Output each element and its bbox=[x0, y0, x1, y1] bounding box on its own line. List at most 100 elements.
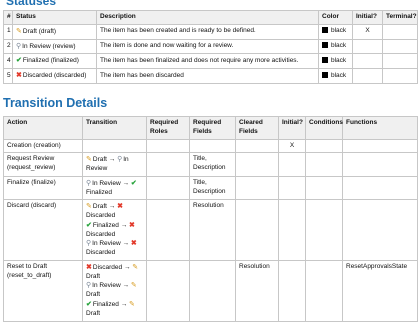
transition-table: Action Transition Required Roles Required F… bbox=[3, 116, 418, 322]
to-status: Draft bbox=[86, 291, 101, 299]
cross-icon: ✖ bbox=[129, 221, 135, 229]
transition-conditions bbox=[305, 175, 343, 201]
transition-initial bbox=[278, 175, 306, 201]
status-initial: X bbox=[352, 23, 383, 40]
to-status: Draft bbox=[86, 309, 101, 317]
transition-table-header: Action Transition Required Roles Required F… bbox=[3, 116, 418, 140]
status-initial bbox=[352, 53, 383, 70]
in-review-icon: ⚲ bbox=[16, 42, 22, 50]
arrow: → bbox=[118, 221, 130, 229]
required-roles bbox=[146, 138, 190, 154]
status-col-header: Description bbox=[96, 10, 319, 25]
status-terminal bbox=[382, 68, 418, 84]
transition-line: ✎Draft → ⚲In Review bbox=[86, 155, 143, 174]
transition-conditions bbox=[305, 138, 343, 154]
pencil-icon: ✎ bbox=[132, 263, 139, 271]
required-fields bbox=[189, 138, 236, 154]
transition-row: Discard (discard) ✎Draft → ✖Discarded ✔Fin… bbox=[3, 199, 418, 261]
in-review-icon: ⚲ bbox=[86, 282, 92, 290]
in-review-icon: ⚲ bbox=[86, 240, 92, 248]
status-name: ✔Finalized (finalized) bbox=[12, 53, 97, 70]
to-status: Discarded bbox=[86, 249, 116, 257]
status-table-header: # Status Description Color Initial? Terminal? bbox=[3, 10, 418, 25]
to-status: Finalized bbox=[86, 188, 113, 196]
required-fields: Title, Description bbox=[189, 152, 236, 177]
transition-paths: ✎Draft → ⚲In Review bbox=[82, 152, 147, 177]
color-name: black bbox=[331, 27, 347, 35]
status-description: The item has been finalized and does not… bbox=[96, 53, 319, 70]
status-initial bbox=[352, 68, 383, 84]
color-name: black bbox=[331, 56, 347, 64]
arrow: → bbox=[118, 301, 130, 309]
transition-col-header: Transition bbox=[82, 116, 147, 140]
transition-line: ✎Draft → ✖Discarded bbox=[86, 202, 143, 221]
to-status: Discarded bbox=[86, 230, 116, 238]
transition-paths bbox=[82, 138, 147, 154]
transition-action: Reset to Draft (reset_to_draft) bbox=[3, 259, 83, 322]
transition-line: ✔Finalized → ✖ Discarded bbox=[86, 221, 143, 240]
transition-row: Creation (creation) X bbox=[3, 138, 418, 154]
transition-col-header: Functions bbox=[342, 116, 418, 140]
pencil-icon: ✎ bbox=[86, 203, 92, 211]
status-number: 5 bbox=[3, 68, 13, 84]
pencil-icon: ✎ bbox=[129, 301, 135, 309]
status-description: The item has been created and is ready t… bbox=[96, 23, 319, 40]
transition-initial bbox=[278, 152, 306, 177]
transition-paths: ✖Discarded → ✎Draft ⚲In Review → ✎Draft ✔F… bbox=[82, 259, 147, 322]
check-icon: ✔ bbox=[130, 179, 137, 187]
in-review-icon: ⚲ bbox=[117, 156, 123, 164]
transition-functions bbox=[342, 152, 418, 177]
status-label: In Review (review) bbox=[22, 42, 76, 50]
arrow: → bbox=[120, 282, 131, 290]
transition-initial: X bbox=[278, 138, 306, 154]
transition-row: Reset to Draft (reset_to_draft) ✖Discarde… bbox=[3, 259, 418, 322]
transition-col-header: Required Fields bbox=[189, 116, 236, 140]
status-color: black bbox=[318, 23, 353, 40]
color-swatch bbox=[322, 71, 328, 78]
transition-action: Finalize (finalize) bbox=[3, 175, 83, 201]
status-label: Discarded (discarded) bbox=[22, 72, 87, 80]
from-status: In Review bbox=[92, 179, 121, 187]
from-status: In Review bbox=[92, 282, 121, 290]
status-label: Finalized (finalized) bbox=[22, 57, 79, 65]
color-swatch bbox=[322, 27, 328, 34]
to-status: Draft bbox=[86, 272, 101, 280]
status-row: 2 ⚲In Review (review) The item is done and… bbox=[3, 38, 418, 55]
statuses-heading: Statuses bbox=[6, 0, 57, 8]
cleared-fields bbox=[235, 175, 279, 201]
transition-paths: ✎Draft → ✖Discarded ✔Finalized → ✖Discard… bbox=[82, 199, 147, 261]
cleared-fields bbox=[235, 152, 279, 177]
transition-col-header: Action bbox=[3, 116, 83, 140]
pencil-icon: ✎ bbox=[86, 156, 92, 164]
status-name: ✎Draft (draft) bbox=[12, 23, 97, 40]
transition-initial bbox=[278, 259, 306, 322]
transition-details-heading: Transition Details bbox=[3, 96, 108, 110]
cross-icon: ✖ bbox=[117, 203, 123, 211]
status-number: 1 bbox=[3, 23, 13, 40]
cross-icon: ✖ bbox=[130, 240, 137, 248]
transition-action: Request Review (request_review) bbox=[3, 152, 83, 177]
cross-icon: ✖ bbox=[86, 263, 92, 271]
color-name: black bbox=[331, 71, 347, 79]
transition-functions: ResetApprovalsState bbox=[342, 259, 418, 322]
cleared-fields bbox=[235, 199, 279, 261]
transition-row: Finalize (finalize) ⚲In Review → ✔ Finaliz… bbox=[3, 175, 418, 201]
arrow: → bbox=[106, 203, 118, 211]
transition-initial bbox=[278, 199, 306, 261]
transition-conditions bbox=[305, 152, 343, 177]
status-terminal bbox=[382, 53, 418, 70]
status-col-header: Color bbox=[318, 10, 353, 25]
status-name: ⚲In Review (review) bbox=[12, 38, 97, 55]
required-roles bbox=[146, 175, 190, 201]
status-color: black bbox=[318, 38, 353, 55]
status-table: # Status Description Color Initial? Terminal?… bbox=[3, 10, 418, 84]
in-review-icon: ⚲ bbox=[86, 179, 92, 187]
status-row: 5 ✖Discarded (discarded) The item has been… bbox=[3, 68, 418, 84]
status-terminal bbox=[382, 23, 418, 40]
transition-col-header: Required Roles bbox=[146, 116, 190, 140]
status-col-header: Status bbox=[12, 10, 97, 25]
cleared-fields bbox=[235, 138, 279, 154]
cross-icon: ✖ bbox=[16, 72, 22, 80]
arrow: → bbox=[122, 263, 133, 271]
pencil-icon: ✎ bbox=[130, 282, 137, 290]
